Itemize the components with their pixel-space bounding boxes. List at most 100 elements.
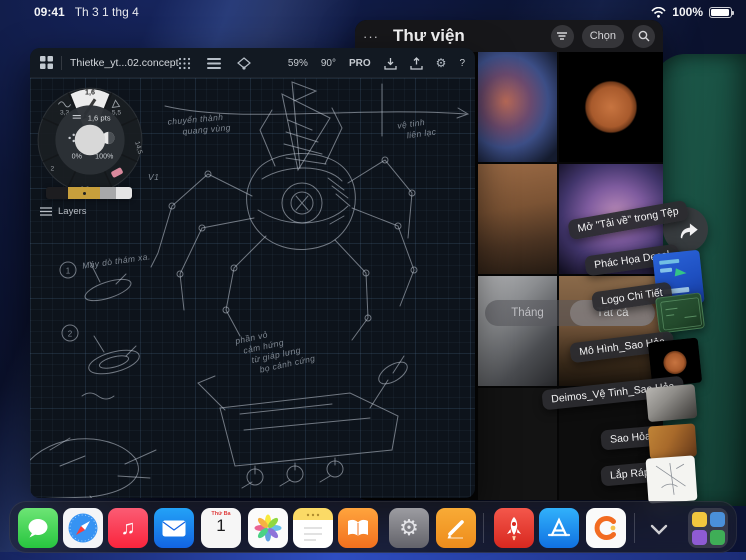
help-button[interactable]: ? (459, 58, 465, 69)
sketch-number-2: 2 (68, 330, 73, 339)
photo-thumbnail-mars-globe[interactable] (559, 52, 663, 162)
dock-icon-concepts[interactable] (586, 508, 626, 548)
concepts-app-window: 1 2 chuyển thành quang vùng vệ tinh liên… (30, 48, 475, 498)
dock-icon-safari[interactable] (63, 508, 103, 548)
app-store-a-icon (547, 517, 571, 537)
dock-icon-messages[interactable] (18, 508, 58, 548)
pro-button[interactable]: PRO (349, 58, 371, 69)
selection-lasso-button[interactable] (237, 56, 251, 70)
export-icon (410, 56, 423, 70)
dock-icon-books[interactable] (338, 508, 378, 548)
photo-thumbnail-satellite[interactable] (478, 276, 557, 386)
wallpaper-bottom-glow (0, 552, 746, 560)
lasso-icon (237, 56, 251, 70)
dock-icon-app-store[interactable] (539, 508, 579, 548)
dock-icon-app-library[interactable] (688, 508, 728, 548)
assembly-sketch-marks (655, 463, 686, 495)
dock-icon-calendar[interactable]: Thứ Ba 1 (201, 508, 241, 548)
dock: ♫ Thứ Ba 1 ⚙ (9, 501, 737, 553)
app-library-mini-purple (691, 529, 707, 545)
tool-wheel[interactable]: 1,6 3,3 5,5 2 6,9 14,5 1,6 pts 0% 100% (34, 84, 146, 196)
dock-icon-settings[interactable]: ⚙ (389, 508, 429, 548)
stacked-lines-icon (207, 57, 221, 69)
settings-button[interactable]: ⚙ (436, 56, 447, 70)
calendar-day: 1 (216, 516, 226, 535)
tool-size-3: 2 (50, 166, 54, 173)
stack-button[interactable] (207, 57, 221, 69)
clock: 09:41 (34, 5, 65, 19)
filter-button[interactable] (550, 24, 574, 48)
color-swatch-white[interactable] (116, 187, 132, 199)
mail-envelope-icon (162, 520, 186, 536)
wheel-center-button[interactable] (74, 124, 106, 156)
battery-percent: 100% (672, 5, 703, 19)
svg-text:1,6: 1,6 (85, 89, 95, 97)
drag-thumb-deimos-rock[interactable] (645, 383, 698, 423)
status-bar: 09:41 Th 3 1 thg 4 100% (0, 0, 746, 24)
notes-lines-icon (304, 513, 322, 541)
share-arrow-icon (680, 223, 698, 238)
chevron-down-icon (650, 524, 668, 535)
wifi-icon (651, 6, 666, 18)
annotation-v1: V1 (148, 172, 160, 182)
layers-button[interactable]: Layers (34, 203, 93, 220)
opacity-max: 100% (95, 152, 114, 160)
dock-icon-notes[interactable] (293, 508, 333, 548)
dock-icon-mail[interactable] (154, 508, 194, 548)
grid-icon (40, 56, 53, 69)
dock-icon-photos[interactable] (248, 508, 288, 548)
select-button[interactable]: Chọn (581, 24, 624, 48)
rotation-value[interactable]: 90° (321, 58, 336, 69)
opacity-min: 0% (72, 152, 83, 160)
drag-thumb-green-logo[interactable] (654, 292, 706, 334)
safari-compass-icon (68, 513, 98, 543)
dock-icon-music[interactable]: ♫ (108, 508, 148, 548)
concepts-toolbar: Thietke_yt...02.concept 59% 90° PRO ⚙ ? (30, 48, 475, 78)
dock-icon-sketch-pen[interactable] (436, 508, 476, 548)
app-library-mini-blue (709, 511, 725, 527)
drag-thumb-mars-terrain[interactable] (647, 423, 698, 460)
zoom-level[interactable]: 59% (288, 58, 308, 69)
export-button[interactable] (410, 56, 423, 70)
import-icon (384, 57, 397, 70)
document-title[interactable]: Thietke_yt...02.concept (70, 57, 179, 69)
projects-grid-button[interactable] (40, 56, 53, 69)
battery-icon (709, 6, 734, 18)
pen-icon (447, 520, 464, 539)
import-button[interactable] (384, 57, 397, 70)
logo-marks (660, 297, 702, 331)
sketch-bottom-mech (197, 355, 408, 489)
layers-icon (40, 207, 52, 216)
dock-divider-2 (634, 513, 635, 543)
sketch-corner-mech (30, 437, 157, 498)
photos-title: Thư viện (393, 26, 465, 45)
color-swatch-yellow-selected[interactable] (68, 187, 100, 199)
drag-thumb-assembly-sketch[interactable] (645, 455, 698, 504)
more-options-button[interactable]: ··· (363, 29, 379, 44)
search-button[interactable] (632, 24, 655, 48)
filter-lines-icon (557, 32, 568, 40)
photos-flower-icon (254, 514, 282, 542)
sketch-probes (59, 261, 140, 400)
concepts-c-icon (594, 516, 616, 540)
photo-thumbnail-mars-landscape[interactable] (478, 164, 557, 274)
photo-thumbnail-nebula[interactable] (478, 52, 557, 162)
search-icon (638, 30, 649, 42)
sketch-number-1: 1 (66, 267, 71, 276)
svg-text:1,6 pts: 1,6 pts (88, 114, 111, 123)
dot-grid-icon (178, 57, 191, 69)
dock-icon-rocket[interactable] (494, 508, 534, 548)
app-library-mini-green (709, 529, 725, 545)
dock-chevron-down-button[interactable] (648, 521, 670, 537)
messages-bubble-icon (28, 519, 48, 538)
dock-divider-1 (483, 513, 484, 543)
color-strip (46, 187, 132, 199)
books-open-book-icon (348, 519, 368, 536)
color-swatch-gray[interactable] (100, 187, 116, 199)
precision-grid-button[interactable] (178, 57, 191, 70)
rocket-icon (507, 517, 521, 541)
color-swatch-black[interactable] (46, 187, 68, 199)
app-library-mini-yellow (691, 511, 707, 527)
status-date: Th 3 1 thg 4 (74, 5, 139, 19)
segment-months[interactable]: Tháng (485, 300, 570, 326)
